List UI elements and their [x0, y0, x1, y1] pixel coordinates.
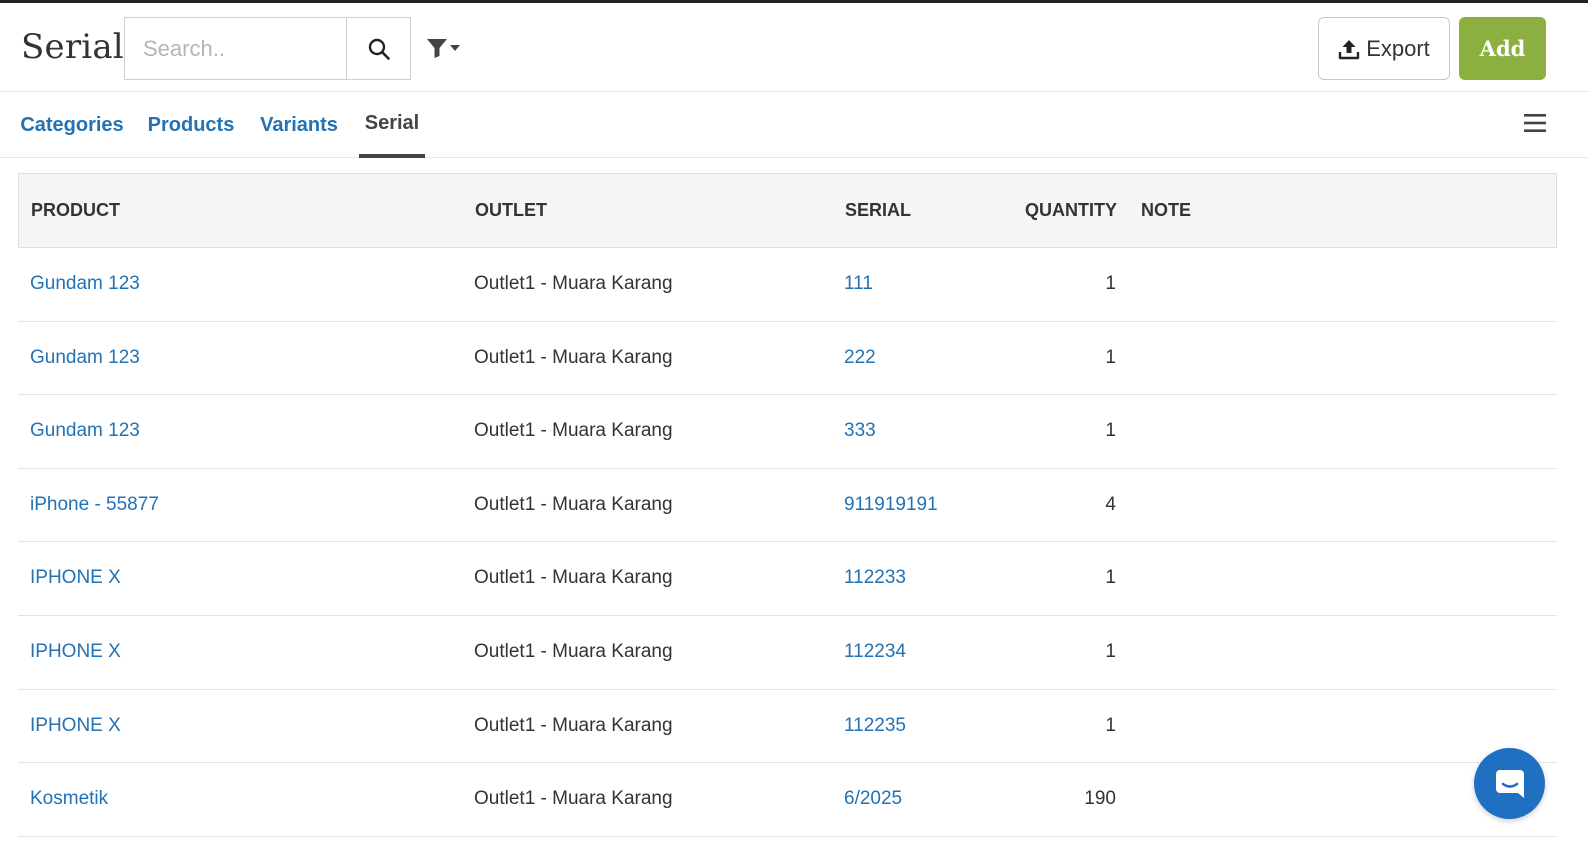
serial-link[interactable]: 222: [844, 322, 1014, 394]
note-cell: [1140, 690, 1540, 762]
product-link[interactable]: IPHONE X: [30, 616, 450, 688]
note-cell: [1140, 248, 1540, 320]
tab-products[interactable]: Products: [142, 92, 240, 158]
quantity-cell: 4: [1105, 493, 1116, 515]
serial-link[interactable]: 333: [844, 395, 1014, 467]
search-icon: [368, 38, 390, 60]
outlet-cell: Outlet1 - Muara Karang: [474, 788, 673, 810]
export-label: Export: [1366, 35, 1430, 61]
table-row[interactable]: Gundam 123 Outlet1 - Muara Karang 111 1: [18, 248, 1557, 322]
search-box: [124, 17, 411, 80]
serial-link[interactable]: 6/2025: [844, 763, 1014, 835]
serial-link[interactable]: 112234: [844, 616, 1014, 688]
table-row[interactable]: IPHONE X Outlet1 - Muara Karang 112235 1: [18, 690, 1557, 764]
chat-icon: [1495, 769, 1524, 798]
product-link[interactable]: Gundam 123: [30, 322, 450, 394]
outlet-cell: Outlet1 - Muara Karang: [474, 640, 673, 662]
outlet-cell: Outlet1 - Muara Karang: [474, 346, 673, 368]
serial-link[interactable]: 112233: [844, 542, 1014, 614]
quantity-cell: 1: [1105, 640, 1116, 662]
table-row[interactable]: IPHONE X Outlet1 - Muara Karang 112233 1: [18, 542, 1557, 616]
serial-link[interactable]: 111: [844, 248, 1014, 320]
column-header-quantity[interactable]: QUANTITY: [1009, 174, 1117, 247]
tab-serial[interactable]: Serial: [359, 92, 425, 158]
page-title: Serial: [21, 27, 124, 67]
column-header-serial[interactable]: SERIAL: [845, 174, 1015, 247]
outlet-cell: Outlet1 - Muara Karang: [474, 567, 673, 589]
tab-variants[interactable]: Variants: [252, 92, 346, 158]
product-link[interactable]: IPHONE X: [30, 690, 450, 762]
table-row[interactable]: Kosmetik Outlet1 - Muara Karang 6/2025 1…: [18, 763, 1557, 837]
search-button[interactable]: [346, 18, 410, 79]
outlet-cell: Outlet1 - Muara Karang: [474, 420, 673, 442]
tab-categories[interactable]: Categories: [14, 92, 130, 158]
note-cell: [1140, 616, 1540, 688]
product-link[interactable]: Gundam 123: [30, 248, 450, 320]
upload-icon: [1339, 39, 1360, 59]
product-link[interactable]: IPHONE X: [30, 542, 450, 614]
product-link[interactable]: Gundam 123: [30, 395, 450, 467]
quantity-cell: 1: [1105, 567, 1116, 589]
quantity-cell: 1: [1105, 273, 1116, 294]
quantity-cell: 1: [1105, 714, 1116, 736]
hamburger-menu-icon: [1524, 114, 1546, 132]
product-link[interactable]: Kosmetik: [30, 763, 450, 835]
serial-table: PRODUCT OUTLET SERIAL QUANTITY NOTE Gund…: [18, 173, 1557, 837]
note-cell: [1140, 322, 1540, 394]
outlet-cell: Outlet1 - Muara Karang: [474, 273, 673, 294]
quantity-cell: 1: [1105, 420, 1116, 442]
serial-link[interactable]: 112235: [844, 690, 1014, 762]
table-header: PRODUCT OUTLET SERIAL QUANTITY NOTE: [18, 173, 1557, 248]
page-header: Serial Export Add: [0, 3, 1588, 92]
note-cell: [1140, 469, 1540, 541]
table-row[interactable]: Gundam 123 Outlet1 - Muara Karang 333 1: [18, 395, 1557, 469]
product-link[interactable]: iPhone - 55877: [30, 469, 450, 541]
column-header-note[interactable]: NOTE: [1141, 174, 1541, 247]
column-header-outlet[interactable]: OUTLET: [475, 174, 835, 247]
quantity-cell: 190: [1084, 788, 1116, 810]
outlet-cell: Outlet1 - Muara Karang: [474, 493, 673, 515]
outlet-cell: Outlet1 - Muara Karang: [474, 714, 673, 736]
add-button[interactable]: Add: [1459, 17, 1546, 80]
tab-bar: Categories Products Variants Serial: [0, 92, 1588, 158]
column-header-product[interactable]: PRODUCT: [31, 174, 451, 247]
menu-button[interactable]: [1521, 109, 1549, 137]
table-row[interactable]: Gundam 123 Outlet1 - Muara Karang 222 1: [18, 322, 1557, 396]
filter-button[interactable]: [422, 33, 466, 63]
table-row[interactable]: IPHONE X Outlet1 - Muara Karang 112234 1: [18, 616, 1557, 690]
chat-launcher-button[interactable]: [1474, 748, 1545, 819]
export-button[interactable]: Export: [1318, 17, 1450, 80]
search-input[interactable]: [125, 18, 346, 79]
quantity-cell: 1: [1105, 346, 1116, 368]
note-cell: [1140, 542, 1540, 614]
serial-link[interactable]: 911919191: [844, 469, 1014, 541]
note-cell: [1140, 395, 1540, 467]
filter-dropdown-icon: [427, 39, 460, 58]
table-row[interactable]: iPhone - 55877 Outlet1 - Muara Karang 91…: [18, 469, 1557, 543]
